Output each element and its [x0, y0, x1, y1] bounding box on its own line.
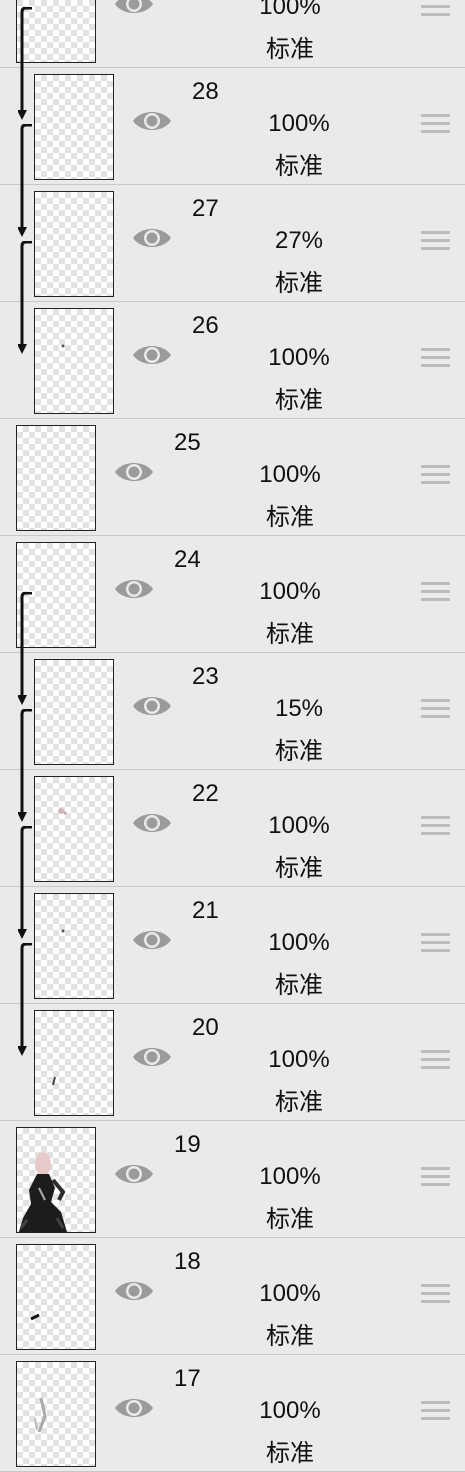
layer-row[interactable]: 26 100% 标准 — [0, 240, 465, 419]
layer-row[interactable]: 20 100% 标准 — [0, 942, 465, 1121]
layer-number: 19 — [174, 1131, 201, 1158]
layer-blend-mode: 标准 — [266, 504, 314, 531]
drag-handle-icon[interactable] — [421, 465, 450, 485]
layer-number: 18 — [174, 1248, 201, 1275]
layer-blend-mode: 标准 — [266, 36, 314, 63]
eye-icon[interactable] — [132, 342, 172, 368]
layer-opacity: 100% — [259, 1163, 321, 1190]
layer-blend-mode: 标准 — [275, 1089, 323, 1116]
layer-number: 27 — [192, 195, 219, 222]
layer-number: 28 — [192, 78, 219, 105]
layer-row[interactable]: 27 27% 标准 — [0, 123, 465, 302]
layer-thumbnail[interactable] — [34, 659, 114, 765]
drag-handle-icon[interactable] — [421, 231, 450, 251]
drag-handle-icon[interactable] — [421, 933, 450, 953]
layer-opacity: 100% — [259, 0, 321, 20]
layer-blend-mode: 标准 — [275, 855, 323, 882]
layer-number: 24 — [174, 546, 201, 573]
layer-blend-mode: 标准 — [275, 972, 323, 999]
layer-row[interactable]: 17 100% 标准 — [0, 1355, 465, 1472]
layer-opacity: 27% — [274, 227, 324, 254]
eye-icon[interactable] — [114, 576, 154, 602]
layer-number: 23 — [192, 663, 219, 690]
layer-blend-mode: 标准 — [275, 738, 323, 765]
layer-thumbnail[interactable] — [16, 1127, 96, 1233]
layer-blend-mode: 标准 — [266, 621, 314, 648]
eye-icon[interactable] — [114, 1161, 154, 1187]
layer-thumbnail[interactable] — [34, 308, 114, 414]
layer-opacity: 100% — [268, 110, 330, 137]
layer-opacity: 100% — [268, 1046, 330, 1073]
layer-blend-mode: 标准 — [275, 270, 323, 297]
layer-blend-mode: 标准 — [266, 1323, 314, 1350]
eye-icon[interactable] — [114, 1395, 154, 1421]
layer-opacity: 100% — [259, 1397, 321, 1424]
drag-handle-icon[interactable] — [421, 816, 450, 836]
layer-number: 26 — [192, 312, 219, 339]
eye-icon[interactable] — [132, 927, 172, 953]
eye-icon[interactable] — [114, 1278, 154, 1304]
layer-row[interactable]: 100% 标准 — [0, 0, 465, 68]
layer-row[interactable]: 28 100% 标准 — [0, 6, 465, 185]
layer-number: 21 — [192, 897, 219, 924]
layer-thumbnail[interactable] — [16, 1361, 96, 1467]
drag-handle-icon[interactable] — [421, 0, 450, 17]
layer-thumbnail[interactable] — [34, 1010, 114, 1116]
layer-row[interactable]: 18 100% 标准 — [0, 1238, 465, 1355]
layer-opacity: 100% — [268, 812, 330, 839]
layer-blend-mode: 标准 — [266, 1206, 314, 1233]
layer-thumbnail[interactable] — [16, 1244, 96, 1350]
drag-handle-icon[interactable] — [421, 699, 450, 719]
layer-blend-mode: 标准 — [266, 1440, 314, 1467]
eye-icon[interactable] — [132, 108, 172, 134]
layer-row[interactable]: 22 100% 标准 — [0, 708, 465, 887]
layer-number: 17 — [174, 1365, 201, 1392]
layer-blend-mode: 标准 — [275, 387, 323, 414]
layer-opacity: 100% — [268, 344, 330, 371]
drag-handle-icon[interactable] — [421, 582, 450, 602]
eye-icon[interactable] — [114, 459, 154, 485]
layer-thumbnail[interactable] — [34, 74, 114, 180]
layer-blend-mode: 标准 — [275, 153, 323, 180]
drag-handle-icon[interactable] — [421, 348, 450, 368]
drag-handle-icon[interactable] — [421, 1284, 450, 1304]
layer-opacity: 100% — [268, 929, 330, 956]
layer-opacity: 100% — [259, 578, 321, 605]
layer-row[interactable]: 21 100% 标准 — [0, 825, 465, 1004]
layer-row[interactable]: 24 100% 标准 — [0, 536, 465, 653]
layer-row[interactable]: 25 100% 标准 — [0, 419, 465, 536]
eye-icon[interactable] — [132, 693, 172, 719]
layer-thumbnail[interactable] — [34, 776, 114, 882]
layer-opacity: 100% — [259, 461, 321, 488]
eye-icon[interactable] — [132, 225, 172, 251]
drag-handle-icon[interactable] — [421, 1401, 450, 1421]
eye-icon[interactable] — [132, 810, 172, 836]
layer-row[interactable]: 23 15% 标准 — [0, 591, 465, 770]
eye-icon[interactable] — [114, 0, 154, 17]
layer-number: 25 — [174, 429, 201, 456]
layer-opacity: 15% — [274, 695, 324, 722]
layer-thumbnail[interactable] — [34, 893, 114, 999]
drag-handle-icon[interactable] — [421, 1050, 450, 1070]
layer-row[interactable]: 19 100% 标准 — [0, 1121, 465, 1238]
layer-thumbnail[interactable] — [16, 425, 96, 531]
drag-handle-icon[interactable] — [421, 114, 450, 134]
layer-number: 20 — [192, 1014, 219, 1041]
drag-handle-icon[interactable] — [421, 1167, 450, 1187]
layer-opacity: 100% — [259, 1280, 321, 1307]
layer-number: 22 — [192, 780, 219, 807]
eye-icon[interactable] — [132, 1044, 172, 1070]
layer-thumbnail[interactable] — [34, 191, 114, 297]
